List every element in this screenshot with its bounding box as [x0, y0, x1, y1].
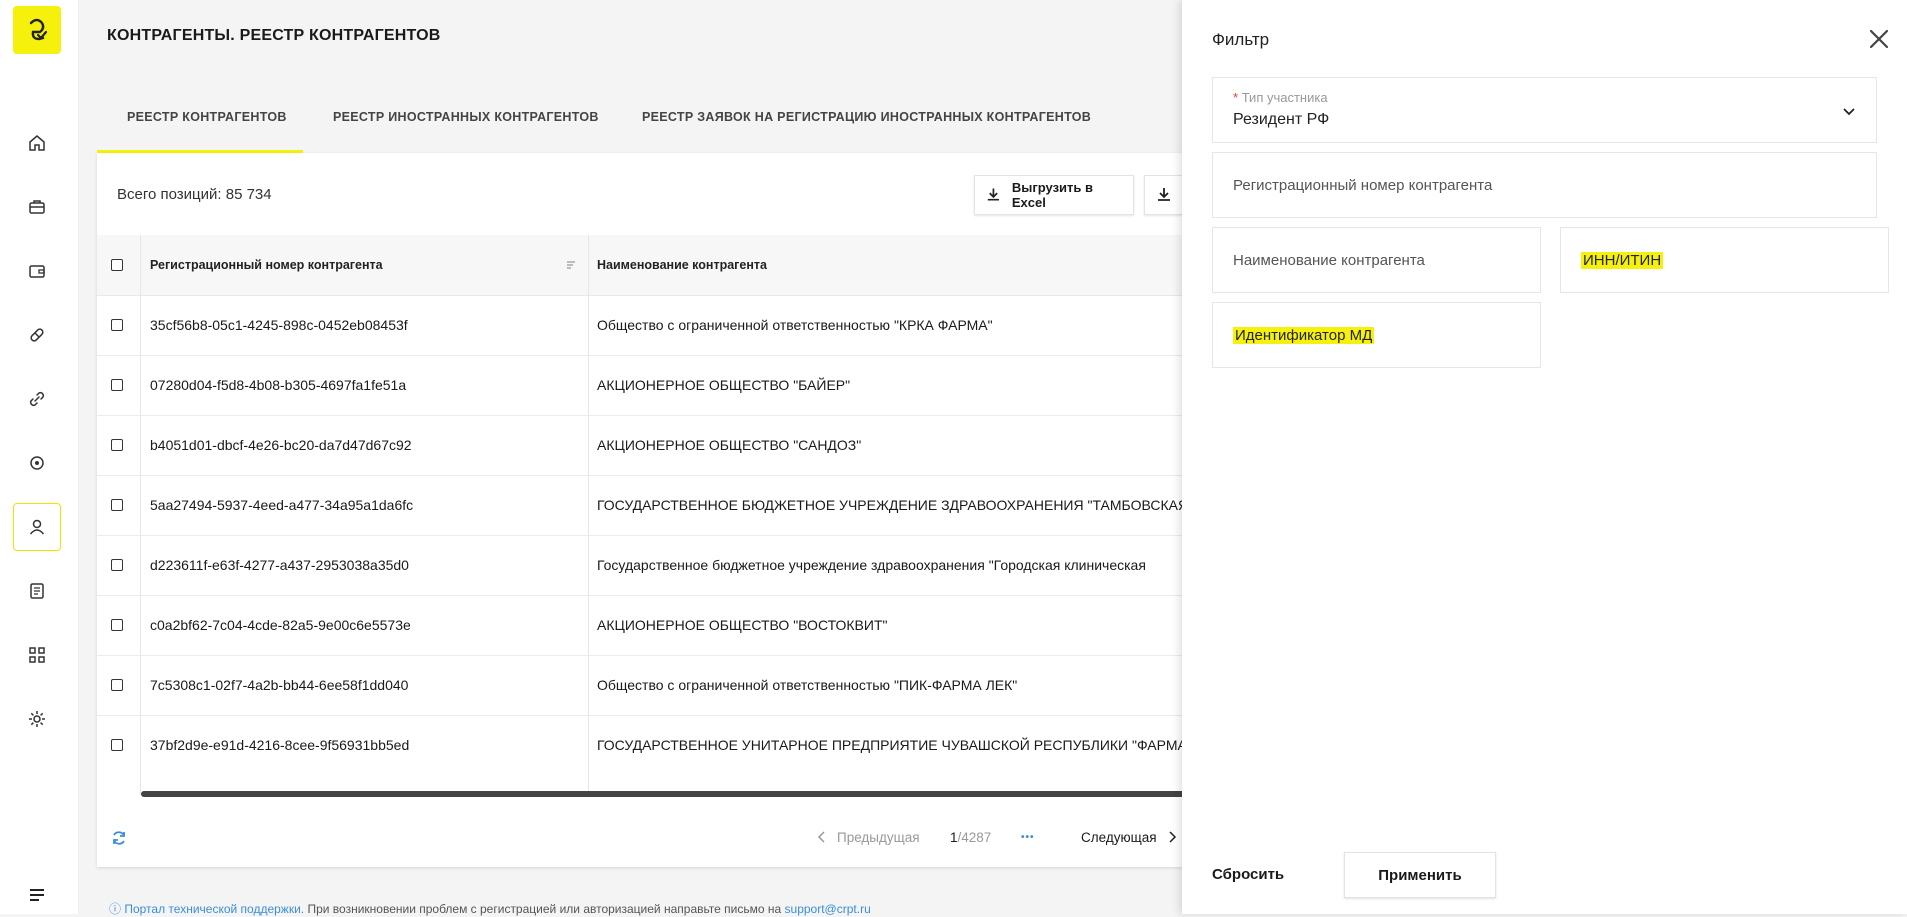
user-icon[interactable]: [13, 503, 61, 551]
participant-type-label: * Тип участника: [1233, 90, 1328, 105]
refresh-icon[interactable]: [110, 829, 128, 847]
eye-icon[interactable]: [13, 439, 61, 487]
sort-icon[interactable]: [566, 260, 576, 270]
cell-reg-number: b4051d01-dbcf-4e26-bc20-da7d47d67c92: [150, 437, 412, 453]
cell-reg-number: d223611f-e63f-4277-a437-2953038a35d0: [150, 557, 409, 573]
next-page-button[interactable]: Следующая: [1081, 811, 1177, 863]
link-icon[interactable]: [13, 375, 61, 423]
briefcase-icon[interactable]: [13, 183, 61, 231]
cell-name: Общество с ограниченной ответственностью…: [597, 677, 1018, 693]
download-icon: [987, 188, 1000, 201]
cell-reg-number: 5aa27494-5937-4eed-a477-34a95a1da6fc: [150, 497, 414, 513]
reg-number-field[interactable]: Регистрационный номер контрагента: [1212, 152, 1877, 218]
chevron-down-icon: [1843, 108, 1855, 116]
qr-icon[interactable]: [13, 631, 61, 679]
reset-button[interactable]: Сбросить: [1212, 852, 1312, 896]
prev-page-button[interactable]: Предыдущая: [817, 811, 920, 863]
row-checkbox[interactable]: [111, 379, 123, 391]
menu-icon[interactable]: [13, 880, 61, 910]
current-page: 1: [950, 829, 958, 845]
export-excel-label: Выгрузить в Excel: [1011, 180, 1093, 210]
row-checkbox[interactable]: [111, 499, 123, 511]
inn-field[interactable]: ИНН/ИТИН: [1560, 227, 1889, 293]
page-title: КОНТРАГЕНТЫ. РЕЕСТР КОНТРАГЕНТОВ: [107, 27, 441, 44]
chevron-right-icon: [1168, 831, 1176, 843]
cell-reg-number: 35cf56b8-05c1-4245-898c-0452eb08453f: [150, 317, 408, 333]
close-icon[interactable]: [1868, 28, 1890, 50]
filter-panel: Фильтр * Тип участника Резидент РФ Регис…: [1182, 0, 1907, 914]
document-icon[interactable]: [13, 567, 61, 615]
table-row[interactable]: 7c5308c1-02f7-4a2b-bb44-6ee58f1dd040 Общ…: [97, 655, 1222, 716]
reg-number-placeholder: Регистрационный номер контрагента: [1233, 177, 1493, 194]
table-row[interactable]: 35cf56b8-05c1-4245-898c-0452eb08453f Общ…: [97, 295, 1222, 356]
column-header-name[interactable]: Наименование контрагента: [597, 235, 767, 295]
row-checkbox[interactable]: [111, 679, 123, 691]
horizontal-scrollbar[interactable]: [141, 791, 1222, 797]
download-icon: [1158, 188, 1170, 201]
cell-reg-number: c0a2bf62-7c04-4cde-82a5-9e00c6e5573e: [150, 617, 411, 633]
table-header: Регистрационный номер контрагента Наимен…: [97, 235, 1222, 296]
table-row[interactable]: 07280d04-f5d8-4b08-b305-4697fa1fe51a АКЦ…: [97, 355, 1222, 416]
tab-foreign-registry[interactable]: РЕЕСТР ИНОСТРАННЫХ КОНТРАГЕНТОВ: [333, 110, 599, 124]
table-row[interactable]: 5aa27494-5937-4eed-a477-34a95a1da6fc ГОС…: [97, 475, 1222, 536]
tab-foreign-applications[interactable]: РЕЕСТР ЗАЯВОК НА РЕГИСТРАЦИЮ ИНОСТРАННЫХ…: [642, 110, 1091, 124]
name-field[interactable]: Наименование контрагента: [1212, 227, 1541, 293]
table-row[interactable]: c0a2bf62-7c04-4cde-82a5-9e00c6e5573e АКЦ…: [97, 595, 1222, 656]
filter-title: Фильтр: [1212, 30, 1270, 49]
md-id-field[interactable]: Идентификатор МД: [1212, 302, 1541, 368]
cell-name: АКЦИОНЕРНОЕ ОБЩЕСТВО "САНДОЗ": [597, 437, 862, 453]
cell-reg-number: 7c5308c1-02f7-4a2b-bb44-6ee58f1dd040: [150, 677, 409, 693]
cell-name: АКЦИОНЕРНОЕ ОБЩЕСТВО "ВОСТОКВИТ": [597, 617, 888, 633]
wallet-icon[interactable]: [13, 247, 61, 295]
tab-registry[interactable]: РЕЕСТР КОНТРАГЕНТОВ: [127, 110, 287, 124]
column-header-reg-number[interactable]: Регистрационный номер контрагента: [150, 235, 383, 295]
chevron-left-icon: [817, 831, 825, 843]
export-excel-button[interactable]: Выгрузить в Excel: [974, 175, 1134, 215]
apply-button[interactable]: Применить: [1344, 852, 1496, 898]
left-rail: [0, 0, 79, 914]
cell-name: ГОСУДАРСТВЕННОЕ УНИТАРНОЕ ПРЕДПРИЯТИЕ ЧУ…: [597, 737, 1222, 753]
participant-type-select[interactable]: * Тип участника Резидент РФ: [1212, 77, 1877, 143]
cell-name: Государственное бюджетное учреждение здр…: [597, 557, 1146, 573]
registry-card: Всего позиций: 85 734 Выгрузить в Excel …: [97, 153, 1222, 867]
total-pages: /4287: [957, 829, 992, 845]
select-all-checkbox[interactable]: [111, 259, 123, 271]
cell-reg-number: 07280d04-f5d8-4b08-b305-4697fa1fe51a: [150, 377, 407, 393]
settings-icon[interactable]: [13, 695, 61, 743]
cell-name: ГОСУДАРСТВЕННОЕ БЮДЖЕТНОЕ УЧРЕЖДЕНИЕ ЗДР…: [597, 497, 1189, 513]
row-checkbox[interactable]: [111, 319, 123, 331]
name-placeholder: Наименование контрагента: [1233, 252, 1425, 269]
column-header-name-label: Наименование контрагента: [597, 258, 767, 272]
footer-note: ⓘ Портал технической поддержки. При возн…: [109, 900, 871, 917]
cell-name: АКЦИОНЕРНОЕ ОБЩЕСТВО "БАЙЕР": [597, 377, 851, 393]
row-checkbox[interactable]: [111, 439, 123, 451]
page-indicator: 1 /4287: [950, 811, 991, 863]
row-checkbox[interactable]: [111, 739, 123, 751]
cell-reg-number: 37bf2d9e-e91d-4216-8cee-9f56931bb5ed: [150, 737, 410, 753]
row-checkbox[interactable]: [111, 619, 123, 631]
table-row[interactable]: d223611f-e63f-4277-a437-2953038a35d0 Гос…: [97, 535, 1222, 596]
next-page-label: Следующая: [1081, 829, 1157, 845]
pill-icon[interactable]: [13, 311, 61, 359]
prev-page-label: Предыдущая: [837, 829, 920, 845]
row-checkbox[interactable]: [111, 559, 123, 571]
table-row[interactable]: b4051d01-dbcf-4e26-bc20-da7d47d67c92 АКЦ…: [97, 415, 1222, 476]
cell-name: Общество с ограниченной ответственностью…: [597, 317, 993, 333]
total-count: Всего позиций: 85 734: [117, 186, 272, 203]
md-id-placeholder: Идентификатор МД: [1233, 327, 1375, 344]
table-row[interactable]: 37bf2d9e-e91d-4216-8cee-9f56931bb5ed ГОС…: [97, 715, 1222, 775]
more-pages-button[interactable]: •••: [1021, 811, 1035, 863]
logo-icon[interactable]: [13, 6, 61, 54]
column-header-reg-number-label: Регистрационный номер контрагента: [150, 258, 383, 272]
home-icon[interactable]: [13, 119, 61, 167]
inn-placeholder: ИНН/ИТИН: [1581, 252, 1664, 269]
participant-type-value: Резидент РФ: [1233, 111, 1330, 128]
